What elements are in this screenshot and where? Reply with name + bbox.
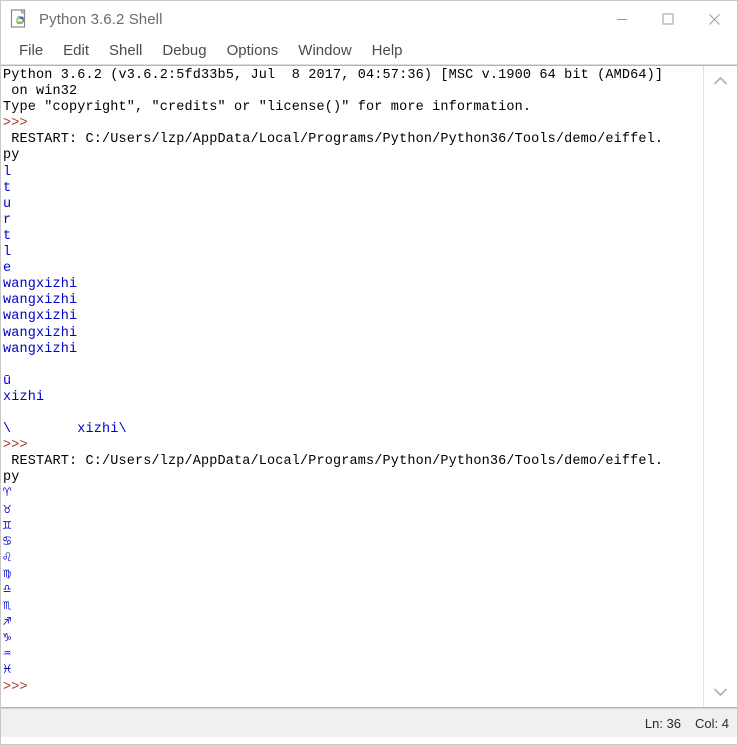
console-line: ♑: [3, 631, 12, 647]
console-line: u: [3, 196, 12, 212]
line-indicator: Ln: 36: [644, 715, 682, 731]
minimize-button[interactable]: [599, 1, 645, 37]
console-line: RESTART: C:/Users/lzp/AppData/Local/Prog…: [3, 454, 664, 470]
console-line: ♒: [3, 647, 12, 663]
menu-item-help[interactable]: Help: [362, 40, 413, 62]
console-line: ♌: [3, 550, 12, 566]
window-bottom-strip: [1, 737, 737, 744]
console-line: wangxizhi: [3, 341, 78, 357]
console-line: ♊: [3, 518, 12, 534]
shell-output-text[interactable]: Python 3.6.2 (v3.6.2:5fd33b5, Jul 8 2017…: [1, 66, 703, 707]
menu-item-file[interactable]: File: [9, 40, 53, 62]
console-line: l: [3, 164, 12, 180]
maximize-button[interactable]: [645, 1, 691, 37]
scrollbar-track[interactable]: [704, 66, 737, 707]
idle-shell-window: Python 3.6.2 Shell File Edit Shell Debug…: [0, 0, 738, 745]
menu-item-edit[interactable]: Edit: [53, 40, 99, 62]
menu-item-options[interactable]: Options: [217, 40, 289, 62]
console-line: py: [3, 470, 20, 486]
console-line: py: [3, 148, 20, 164]
console-line: ū: [3, 373, 12, 389]
python-idle-icon: [10, 9, 30, 29]
title-bar: Python 3.6.2 Shell: [1, 1, 737, 37]
console-line: r: [3, 212, 12, 228]
console-line: e: [3, 261, 12, 277]
console-line: >>>: [3, 116, 37, 132]
column-indicator: Col: 4: [695, 715, 729, 731]
console-line: ♉: [3, 502, 12, 518]
console-line: >>>: [3, 438, 37, 454]
menu-item-shell[interactable]: Shell: [99, 40, 152, 62]
menu-item-debug[interactable]: Debug: [152, 40, 216, 62]
console-line: xizhi: [3, 389, 45, 405]
chevron-down-icon[interactable]: [704, 679, 737, 705]
console-line: wangxizhi: [3, 293, 78, 309]
console-line: ♋: [3, 534, 12, 550]
status-bar: Ln: 36 Col: 4: [1, 708, 737, 737]
window-title: Python 3.6.2 Shell: [39, 10, 163, 28]
console-line: Python 3.6.2 (v3.6.2:5fd33b5, Jul 8 2017…: [3, 68, 664, 83]
console-line: ♈: [3, 486, 12, 502]
console-line: \ xizhi\: [3, 422, 127, 438]
vertical-scrollbar[interactable]: [703, 66, 737, 707]
console-line: t: [3, 180, 12, 196]
window-controls: [599, 1, 737, 37]
shell-content-area: Python 3.6.2 (v3.6.2:5fd33b5, Jul 8 2017…: [1, 65, 737, 708]
console-line: Type "copyright", "credits" or "license(…: [3, 100, 532, 116]
console-line: >>>: [3, 679, 37, 695]
close-button[interactable]: [691, 1, 737, 37]
menu-item-window[interactable]: Window: [288, 40, 361, 62]
console-line: on win32: [3, 84, 78, 100]
console-line: ♎: [3, 583, 12, 598]
console-line: RESTART: C:/Users/lzp/AppData/Local/Prog…: [3, 132, 664, 148]
console-line: ♏: [3, 599, 12, 615]
console-line: wangxizhi: [3, 309, 78, 325]
console-line: t: [3, 228, 12, 244]
console-line: ♐: [3, 615, 12, 631]
console-line: ♍: [3, 566, 12, 582]
console-line: wangxizhi: [3, 277, 78, 293]
console-line: wangxizhi: [3, 325, 78, 341]
console-line: l: [3, 245, 12, 261]
console-line: ♓: [3, 663, 12, 679]
menu-bar: File Edit Shell Debug Options Window Hel…: [1, 37, 737, 65]
chevron-up-icon[interactable]: [704, 68, 737, 94]
